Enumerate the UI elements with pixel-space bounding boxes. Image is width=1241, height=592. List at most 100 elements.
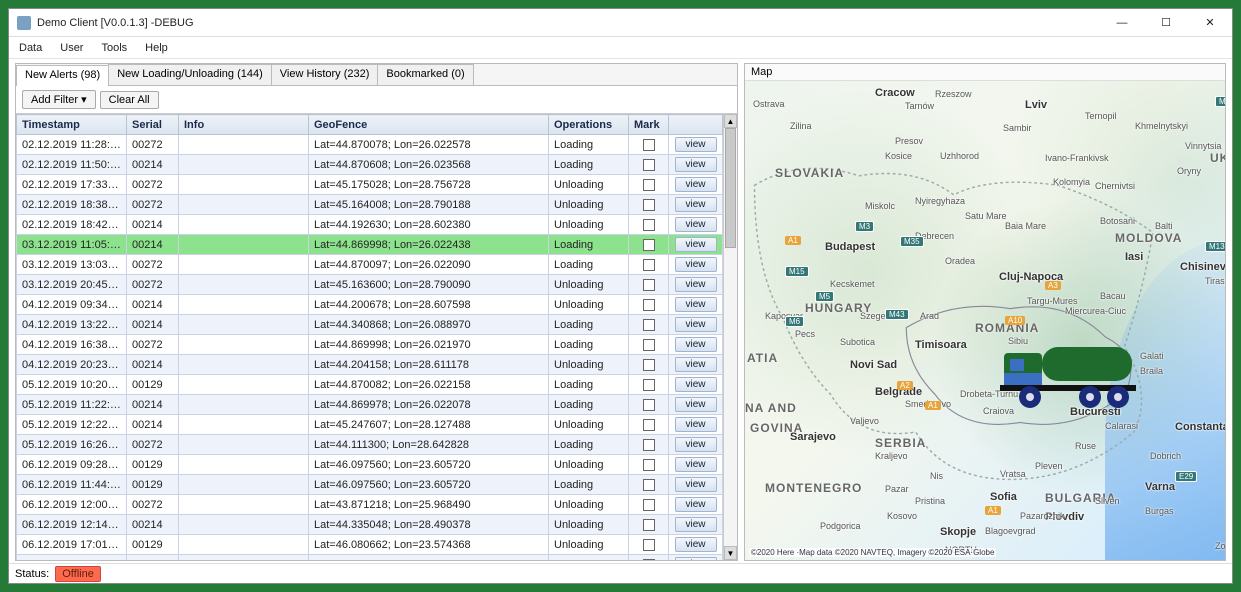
view-button[interactable]: view [675,337,717,352]
mark-checkbox[interactable] [643,219,655,231]
view-button[interactable]: view [675,197,717,212]
table-row[interactable]: 03.12.2019 11:05:3200214Lat=44.869998; L… [17,235,723,255]
mark-checkbox[interactable] [643,359,655,371]
mark-checkbox[interactable] [643,459,655,471]
view-button[interactable]: view [675,377,717,392]
table-row[interactable]: 04.12.2019 09:34:3700214Lat=44.200678; L… [17,295,723,315]
table-row[interactable]: 05.12.2019 16:26:3300272Lat=44.111300; L… [17,435,723,455]
table-row[interactable]: 02.12.2019 17:33:0000272Lat=45.175028; L… [17,175,723,195]
mark-checkbox[interactable] [643,299,655,311]
minimize-button[interactable]: — [1100,9,1144,37]
table-row[interactable]: 06.12.2019 12:00:4800272Lat=43.871218; L… [17,495,723,515]
mark-checkbox[interactable] [643,339,655,351]
table-row[interactable]: 05.12.2019 11:22:0600214Lat=44.869978; L… [17,395,723,415]
view-button[interactable]: view [675,477,717,492]
scroll-thumb[interactable] [725,128,736,248]
view-button[interactable]: view [675,237,717,252]
menu-help[interactable]: Help [143,40,170,56]
view-button[interactable]: view [675,217,717,232]
col-geofence[interactable]: GeoFence [309,115,549,135]
view-button[interactable]: view [675,457,717,472]
clear-all-button[interactable]: Clear All [100,91,159,109]
mark-checkbox[interactable] [643,399,655,411]
mark-checkbox[interactable] [643,499,655,511]
table-row[interactable]: 05.12.2019 12:22:0100214Lat=45.247607; L… [17,415,723,435]
cell-geofence: Lat=44.192630; Lon=28.602380 [309,215,549,235]
table-row[interactable]: 06.12.2019 09:28:3800129Lat=46.097560; L… [17,455,723,475]
col-operations[interactable]: Operations [549,115,629,135]
view-button[interactable]: view [675,257,717,272]
table-row[interactable]: 07.12.2019 08:40:1000129Lat=45.964518; L… [17,555,723,561]
city-label: Presov [895,136,923,146]
mark-checkbox[interactable] [643,519,655,531]
view-button[interactable]: view [675,557,717,560]
view-button[interactable]: view [675,497,717,512]
cell-geofence: Lat=45.964518; Lon=23.471718 [309,555,549,561]
view-button[interactable]: view [675,317,717,332]
menu-user[interactable]: User [58,40,85,56]
mark-checkbox[interactable] [643,539,655,551]
mark-checkbox[interactable] [643,259,655,271]
mark-checkbox[interactable] [643,179,655,191]
tab-new-loading[interactable]: New Loading/Unloading (144) [108,64,272,85]
vertical-scrollbar[interactable]: ▲ ▼ [723,114,737,560]
view-button[interactable]: view [675,417,717,432]
view-button[interactable]: view [675,297,717,312]
table-row[interactable]: 04.12.2019 16:38:5700272Lat=44.869998; L… [17,335,723,355]
view-button[interactable]: view [675,357,717,372]
col-view[interactable] [669,115,723,135]
scroll-up-icon[interactable]: ▲ [724,114,737,128]
mark-checkbox[interactable] [643,159,655,171]
add-filter-button[interactable]: Add Filter ▾ [22,90,96,109]
mark-checkbox[interactable] [643,559,655,560]
mark-checkbox[interactable] [643,319,655,331]
city-label: Nis [930,471,943,481]
table-row[interactable]: 03.12.2019 20:45:0800272Lat=45.163600; L… [17,275,723,295]
cell-mark [629,375,669,395]
scroll-down-icon[interactable]: ▼ [724,546,737,560]
view-button[interactable]: view [675,177,717,192]
col-info[interactable]: Info [179,115,309,135]
tab-new-alerts[interactable]: New Alerts (98) [16,65,109,86]
view-button[interactable]: view [675,157,717,172]
mark-checkbox[interactable] [643,139,655,151]
table-row[interactable]: 06.12.2019 11:44:4800129Lat=46.097560; L… [17,475,723,495]
table-row[interactable]: 05.12.2019 10:20:2000129Lat=44.870082; L… [17,375,723,395]
menu-data[interactable]: Data [17,40,44,56]
tab-bookmarked[interactable]: Bookmarked (0) [377,64,473,85]
view-button[interactable]: view [675,437,717,452]
mark-checkbox[interactable] [643,479,655,491]
view-button[interactable]: view [675,277,717,292]
tab-view-history[interactable]: View History (232) [271,64,379,85]
col-timestamp[interactable]: Timestamp [17,115,127,135]
table-row[interactable]: 06.12.2019 12:14:3800214Lat=44.335048; L… [17,515,723,535]
table-row[interactable]: 04.12.2019 20:23:0600214Lat=44.204158; L… [17,355,723,375]
table-row[interactable]: 02.12.2019 18:42:4400214Lat=44.192630; L… [17,215,723,235]
view-button[interactable]: view [675,537,717,552]
mark-checkbox[interactable] [643,199,655,211]
scroll-track[interactable] [724,128,737,546]
mark-checkbox[interactable] [643,379,655,391]
view-button[interactable]: view [675,397,717,412]
cell-mark [629,195,669,215]
cell-serial: 00272 [127,175,179,195]
menu-tools[interactable]: Tools [99,40,129,56]
mark-checkbox[interactable] [643,419,655,431]
table-row[interactable]: 02.12.2019 18:38:4200272Lat=45.164008; L… [17,195,723,215]
view-button[interactable]: view [675,137,717,152]
table-row[interactable]: 06.12.2019 17:01:0300129Lat=46.080662; L… [17,535,723,555]
col-serial[interactable]: Serial [127,115,179,135]
view-button[interactable]: view [675,517,717,532]
table-row[interactable]: 04.12.2019 13:22:1700214Lat=44.340868; L… [17,315,723,335]
close-button[interactable]: ✕ [1188,9,1232,37]
col-mark[interactable]: Mark [629,115,669,135]
mark-checkbox[interactable] [643,279,655,291]
maximize-button[interactable]: ☐ [1144,9,1188,37]
city-label: Kolomyia [1053,177,1090,187]
table-row[interactable]: 02.12.2019 11:28:1100272Lat=44.870078; L… [17,135,723,155]
table-row[interactable]: 03.12.2019 13:03:4900272Lat=44.870097; L… [17,255,723,275]
table-row[interactable]: 02.12.2019 11:50:1600214Lat=44.870608; L… [17,155,723,175]
mark-checkbox[interactable] [643,239,655,251]
mark-checkbox[interactable] [643,439,655,451]
map-canvas[interactable]: SLOVAKIAHUNGARYROMANIASERBIABULGARIAMOLD… [745,81,1225,560]
